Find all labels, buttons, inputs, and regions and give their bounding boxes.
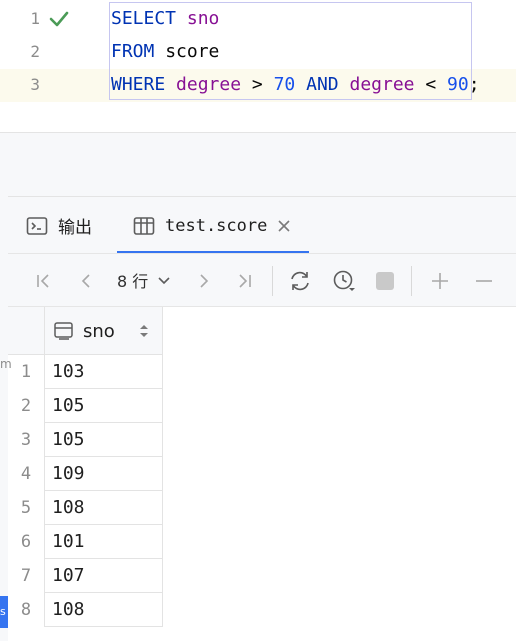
row-number: 2 xyxy=(20,396,32,416)
remove-row-button[interactable] xyxy=(470,267,498,295)
cell-sno[interactable]: 109 xyxy=(44,457,163,491)
cell-sno[interactable]: 105 xyxy=(44,389,163,423)
first-page-button[interactable] xyxy=(30,267,58,295)
remove-row-icon xyxy=(476,280,492,282)
cell-sno[interactable]: 107 xyxy=(44,559,163,593)
next-page-icon xyxy=(200,274,209,288)
table-row[interactable]: 6 101 xyxy=(8,525,163,559)
cell-sno[interactable]: 101 xyxy=(44,525,163,559)
add-row-icon xyxy=(432,273,448,289)
code-text: FROM score xyxy=(111,41,220,62)
line-number: 3 xyxy=(30,75,40,94)
add-row-button[interactable] xyxy=(426,267,454,295)
cell-sno[interactable]: 105 xyxy=(44,423,163,457)
toolbar-separator xyxy=(272,266,273,296)
line-number: 1 xyxy=(30,9,40,28)
code-line-1[interactable]: 1 SELECT sno xyxy=(0,3,516,36)
sort-icon[interactable] xyxy=(138,324,150,338)
refresh-button[interactable] xyxy=(286,267,314,295)
sql-editor[interactable]: 1 SELECT sno 2 FROM score 3 WHERE degree… xyxy=(0,0,516,104)
first-page-icon xyxy=(37,274,49,288)
table-row[interactable]: 4 109 xyxy=(8,457,163,491)
column-header-label: sno xyxy=(83,320,115,342)
last-page-icon xyxy=(239,274,251,288)
row-number: 6 xyxy=(20,532,32,552)
side-badge[interactable]: s xyxy=(0,596,8,628)
code-text: SELECT sno xyxy=(111,8,220,29)
chevron-down-icon xyxy=(158,277,170,285)
table-row[interactable]: 3 105 xyxy=(8,423,163,457)
tab-label: test.score xyxy=(165,215,268,236)
results-toolbar: 8 行 xyxy=(8,253,516,307)
refresh-icon xyxy=(291,271,309,291)
column-icon xyxy=(54,322,73,340)
table-row[interactable]: 1 103 xyxy=(8,355,163,389)
row-count-label: 8 行 xyxy=(117,272,149,291)
table-row[interactable]: 2 105 xyxy=(8,389,163,423)
row-number: 1 xyxy=(20,362,32,382)
code-line-3[interactable]: 3 WHERE degree > 70 AND degree < 90; xyxy=(0,69,516,102)
row-number: 5 xyxy=(20,498,32,518)
prev-page-icon xyxy=(81,274,90,288)
stop-button[interactable] xyxy=(371,267,399,295)
table-icon xyxy=(133,216,155,235)
close-icon[interactable] xyxy=(277,219,291,233)
line-number: 2 xyxy=(30,42,40,61)
panel-splitter[interactable] xyxy=(0,132,516,196)
last-page-button[interactable] xyxy=(230,267,258,295)
row-number: 8 xyxy=(20,600,32,620)
history-button[interactable] xyxy=(330,267,358,295)
row-number: 3 xyxy=(20,430,32,450)
column-header-sno[interactable]: sno xyxy=(44,307,163,355)
cell-sno[interactable]: 103 xyxy=(44,355,163,389)
grid-header: sno xyxy=(8,307,163,355)
toolbar-separator xyxy=(411,266,412,296)
row-count-selector[interactable]: 8 行 xyxy=(117,268,172,292)
table-row[interactable]: 7 107 xyxy=(8,559,163,593)
tool-window-tabs: 输出 test.score xyxy=(0,196,516,254)
row-number: 4 xyxy=(20,464,32,484)
prev-page-button[interactable] xyxy=(72,267,100,295)
cell-sno[interactable]: 108 xyxy=(44,491,163,525)
console-icon xyxy=(26,216,48,235)
tab-test-score[interactable]: test.score xyxy=(117,197,309,254)
stop-icon xyxy=(376,272,394,290)
table-row[interactable]: 8 108 xyxy=(8,593,163,627)
cell-sno[interactable]: 108 xyxy=(44,593,163,627)
checkmark-icon xyxy=(49,11,69,27)
code-line-2[interactable]: 2 FROM score xyxy=(0,36,516,69)
tab-output[interactable]: 输出 xyxy=(26,197,92,254)
history-icon xyxy=(333,270,355,291)
next-page-button[interactable] xyxy=(190,267,218,295)
code-text: WHERE degree > 70 AND degree < 90; xyxy=(111,74,480,95)
tab-label: 输出 xyxy=(58,218,92,238)
row-number: 7 xyxy=(20,566,32,586)
left-tool-strip xyxy=(0,196,8,641)
table-row[interactable]: 5 108 xyxy=(8,491,163,525)
